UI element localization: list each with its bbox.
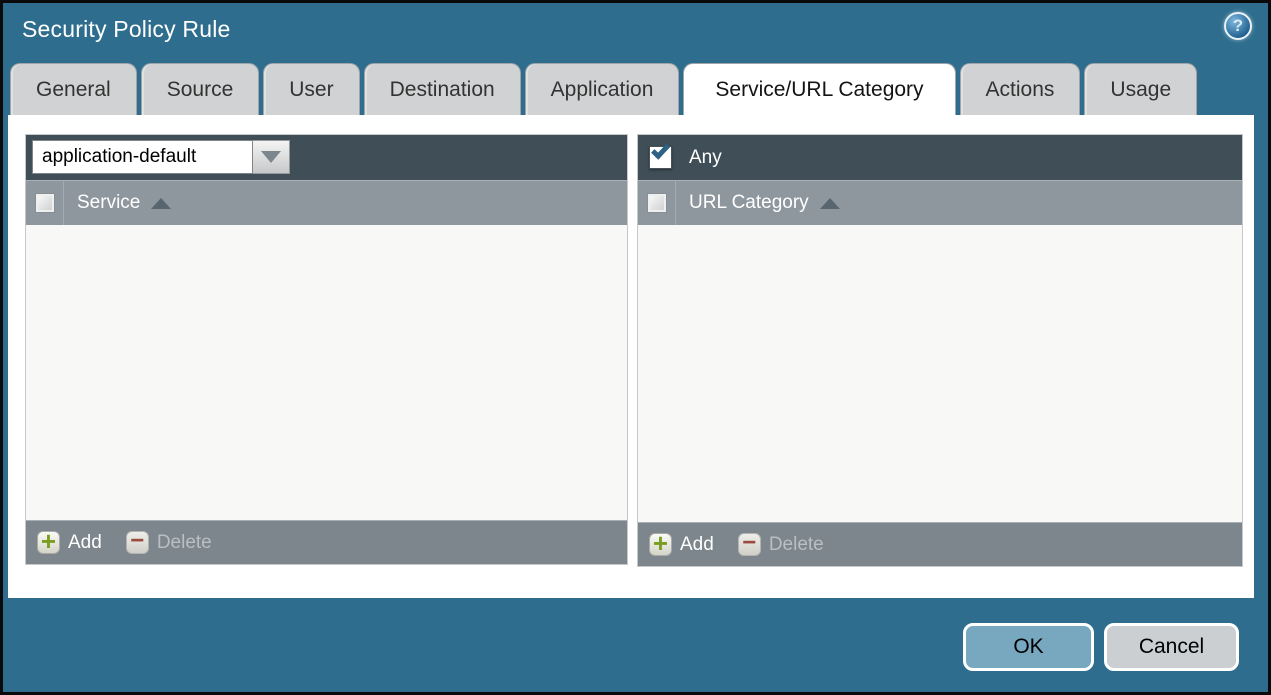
service-type-dropdown-value[interactable]: application-default: [32, 140, 253, 174]
security-policy-rule-dialog: Security Policy Rule ? General Source Us…: [3, 3, 1268, 692]
service-column-label[interactable]: Service: [77, 192, 140, 214]
add-url-category-button[interactable]: + Add: [649, 530, 714, 556]
service-list: [26, 225, 627, 520]
column-divider: [63, 181, 64, 225]
tab-destination[interactable]: Destination: [363, 63, 521, 115]
url-category-panel: Any URL Category + Add − Delete: [637, 134, 1243, 567]
url-category-list: [638, 225, 1242, 522]
service-column-header: Service: [26, 180, 627, 225]
url-category-column-header: URL Category: [638, 180, 1242, 225]
tab-source[interactable]: Source: [140, 63, 260, 115]
service-panel-toolbar: application-default: [26, 135, 627, 180]
dropdown-arrow-button[interactable]: [253, 140, 290, 174]
check-icon: [651, 140, 670, 160]
delete-url-category-button[interactable]: − Delete: [737, 531, 824, 556]
chevron-down-icon: [261, 151, 281, 163]
tab-bar: General Source User Destination Applicat…: [10, 63, 1198, 115]
screen: Security Policy Rule ? General Source Us…: [0, 0, 1271, 695]
dialog-title: Security Policy Rule: [22, 16, 231, 42]
service-type-dropdown[interactable]: application-default: [32, 140, 290, 174]
tab-user[interactable]: User: [263, 63, 360, 115]
tab-application[interactable]: Application: [524, 63, 680, 115]
url-category-panel-toolbar: Any: [638, 135, 1242, 180]
tab-service-url-category[interactable]: Service/URL Category: [683, 63, 956, 115]
any-label: Any: [689, 146, 722, 168]
plus-icon: +: [649, 530, 672, 556]
minus-icon: −: [737, 531, 761, 556]
tab-actions[interactable]: Actions: [959, 63, 1081, 115]
cancel-button[interactable]: Cancel: [1104, 623, 1239, 671]
tab-usage[interactable]: Usage: [1084, 63, 1198, 115]
url-category-column-label[interactable]: URL Category: [689, 192, 809, 214]
column-divider: [675, 181, 676, 225]
sort-ascending-icon[interactable]: [151, 197, 172, 209]
ok-button[interactable]: OK: [963, 623, 1094, 671]
service-panel-footer: + Add − Delete: [26, 520, 627, 564]
select-all-services-checkbox[interactable]: [34, 193, 55, 213]
plus-icon: +: [37, 528, 60, 554]
tab-content: application-default Service + Add − Dele…: [8, 115, 1254, 598]
service-panel: application-default Service + Add − Dele…: [25, 134, 628, 565]
select-all-url-categories-checkbox[interactable]: [646, 193, 667, 213]
sort-ascending-icon[interactable]: [819, 197, 840, 209]
add-service-button[interactable]: + Add: [37, 528, 102, 554]
delete-service-button[interactable]: − Delete: [125, 529, 212, 554]
tab-general[interactable]: General: [10, 63, 137, 115]
minus-icon: −: [125, 529, 149, 554]
help-icon[interactable]: ?: [1224, 12, 1252, 40]
any-checkbox[interactable]: [649, 140, 672, 169]
url-category-panel-footer: + Add − Delete: [638, 522, 1242, 566]
